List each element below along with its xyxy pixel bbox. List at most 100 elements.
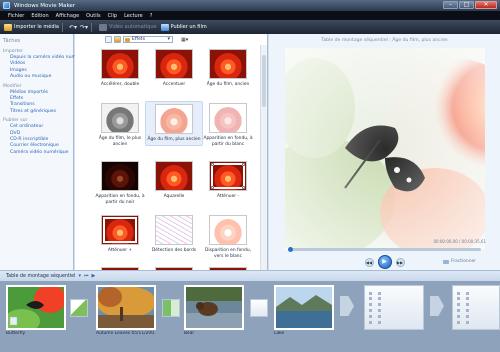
clip-thumbnail bbox=[6, 285, 66, 330]
movie-maker-app-icon bbox=[3, 2, 10, 9]
auto-movie-button[interactable]: Vidéo automatique bbox=[99, 23, 157, 31]
undo-icon[interactable]: ↶▾ bbox=[69, 24, 77, 31]
minimize-button[interactable]: – bbox=[443, 1, 458, 9]
effect-item[interactable]: Disparition en fondu, vers le blanc bbox=[199, 215, 257, 259]
storyboard-clip[interactable]: Lake bbox=[274, 285, 334, 341]
import-media-button[interactable]: Importer le média bbox=[4, 23, 59, 31]
effect-thumbnail bbox=[209, 215, 247, 245]
effect-thumbnail bbox=[155, 215, 193, 245]
effect-item-selected[interactable]: Âge du film, plus ancien bbox=[145, 101, 203, 146]
storyboard-clip[interactable]: Butterfly bbox=[6, 285, 66, 341]
effect-label: Apparition en fondu, à partir du blanc bbox=[203, 136, 253, 147]
storyboard-clip[interactable]: Bear bbox=[184, 285, 244, 341]
menu-affichage[interactable]: Affichage bbox=[56, 13, 80, 19]
transition-slot[interactable] bbox=[250, 299, 268, 317]
next-frame-icon[interactable]: ▶▶ bbox=[395, 257, 405, 267]
menu-clip[interactable]: Clip bbox=[108, 13, 117, 19]
bear-clip-image bbox=[186, 287, 242, 328]
clip-caption: Bear bbox=[184, 331, 195, 336]
redo-icon[interactable]: ↷▾ bbox=[80, 24, 88, 31]
split-label: Fractionner bbox=[451, 259, 476, 264]
effect-label: Âge du film, ancien bbox=[206, 82, 250, 87]
transition-slot[interactable] bbox=[162, 299, 180, 317]
clip-caption: Butterfly bbox=[6, 331, 26, 336]
effect-item[interactable]: Atténuer + bbox=[91, 215, 149, 254]
publish-movie-button[interactable]: Publier un film bbox=[160, 23, 207, 31]
storyboard-bar: Table de montage séquentiel ▾ ⏮ ▶ bbox=[0, 270, 500, 281]
effect-label: Accentuer bbox=[162, 82, 186, 87]
auto-movie-label: Vidéo automatique bbox=[109, 24, 157, 30]
task-link-dv-camera[interactable]: Caméra vidéo numérique bbox=[3, 150, 70, 156]
transition-slot[interactable] bbox=[340, 296, 354, 316]
folder-up-button[interactable] bbox=[114, 36, 121, 43]
clip-thumbnail bbox=[274, 285, 334, 330]
seek-knob[interactable] bbox=[288, 247, 293, 252]
effect-item[interactable]: Aquarelle bbox=[145, 161, 203, 200]
effect-item[interactable]: Atténuer - bbox=[199, 161, 257, 200]
storyboard: Butterfly Autumn Leaves 05/11/200... Bea… bbox=[0, 281, 500, 352]
effect-thumbnail bbox=[209, 49, 247, 79]
monitor-title: Table de montage séquentiel : Âge du fil… bbox=[321, 38, 448, 43]
storyboard-clip[interactable]: Autumn Leaves 05/11/200... bbox=[96, 285, 156, 341]
effect-label: Âge du film, plus ancien bbox=[147, 137, 201, 142]
playback-time: 00:00:00,00 / 00:00:35,61 bbox=[433, 239, 486, 244]
menu-edition[interactable]: Edition bbox=[31, 13, 48, 19]
clip-thumbnail bbox=[96, 285, 156, 330]
effect-thumbnail bbox=[155, 161, 193, 191]
toolbar-separator bbox=[91, 22, 93, 32]
rewind-icon[interactable]: ⏮ bbox=[84, 273, 89, 279]
import-media-label: Importer le média bbox=[14, 24, 59, 30]
effects-scrollbar[interactable] bbox=[260, 45, 267, 270]
effect-thumbnail bbox=[101, 103, 139, 133]
tasks-pane-title: Tâches bbox=[3, 38, 21, 44]
effect-item[interactable]: Détection des bords bbox=[145, 215, 203, 254]
publish-movie-label: Publier un film bbox=[170, 24, 207, 30]
effect-thumbnail bbox=[101, 161, 139, 191]
play-button[interactable]: ▶ bbox=[377, 255, 392, 269]
scrollbar-thumb[interactable] bbox=[262, 55, 266, 107]
butterfly-clip-image bbox=[8, 287, 64, 328]
film-strip-icon bbox=[369, 292, 381, 324]
publish-icon bbox=[160, 23, 169, 31]
split-button[interactable]: Fractionner bbox=[443, 259, 476, 264]
effect-label: Âge du film, le plus ancien bbox=[98, 136, 142, 147]
effect-item[interactable]: Accentuer bbox=[145, 49, 203, 88]
butterfly-preview-image bbox=[285, 48, 485, 250]
collection-dropdown-value: Effets bbox=[132, 37, 146, 42]
seek-bar[interactable] bbox=[288, 247, 481, 252]
effect-thumbnail bbox=[209, 161, 247, 191]
menu-lecture[interactable]: Lecture bbox=[124, 13, 143, 19]
storyboard-mode-label[interactable]: Table de montage séquentiel bbox=[6, 274, 75, 279]
collection-dropdown[interactable]: Effets bbox=[123, 36, 173, 43]
storyboard-dropdown-icon[interactable]: ▾ bbox=[78, 273, 81, 279]
previous-frame-icon[interactable]: ◀◀ bbox=[364, 257, 374, 267]
auto-movie-icon bbox=[99, 23, 108, 31]
task-link-titles[interactable]: Titres et génériques bbox=[3, 109, 70, 115]
view-options-icon[interactable]: ▦▾ bbox=[181, 37, 188, 43]
effect-item[interactable]: Apparition en fondu, à partir du blanc bbox=[199, 103, 257, 147]
menu-help[interactable]: ? bbox=[150, 13, 153, 19]
effect-item[interactable]: Apparition en fondu, à partir du noir bbox=[91, 161, 149, 205]
effect-label: Détection des bords bbox=[151, 248, 197, 253]
title-bar: Windows Movie Maker – □ ✕ bbox=[0, 0, 500, 11]
effect-item[interactable]: Âge du film, ancien bbox=[199, 49, 257, 88]
close-button[interactable]: ✕ bbox=[475, 1, 497, 9]
split-icon bbox=[443, 259, 450, 264]
effects-pane: Effets ▦▾ Accélérer, double Accentuer Âg… bbox=[75, 34, 268, 270]
transition-slot[interactable] bbox=[430, 296, 444, 316]
empty-clip-slot[interactable] bbox=[452, 285, 500, 330]
lake-clip-image bbox=[276, 287, 332, 328]
transition-slot[interactable] bbox=[70, 299, 88, 317]
clip-caption: Lake bbox=[274, 331, 285, 336]
play-storyboard-icon[interactable]: ▶ bbox=[92, 273, 96, 279]
maximize-button[interactable]: □ bbox=[459, 1, 474, 9]
empty-clip-slot[interactable] bbox=[364, 285, 424, 330]
effect-label: Atténuer - bbox=[216, 194, 240, 199]
back-button[interactable] bbox=[105, 36, 112, 43]
menu-outils[interactable]: Outils bbox=[86, 13, 100, 19]
effect-thumbnail bbox=[155, 49, 193, 79]
effect-item[interactable]: Accélérer, double bbox=[91, 49, 149, 88]
task-link-audio[interactable]: Audio ou musique bbox=[3, 74, 70, 80]
effect-item[interactable]: Âge du film, le plus ancien bbox=[91, 103, 149, 147]
menu-fichier[interactable]: Fichier bbox=[8, 13, 24, 19]
